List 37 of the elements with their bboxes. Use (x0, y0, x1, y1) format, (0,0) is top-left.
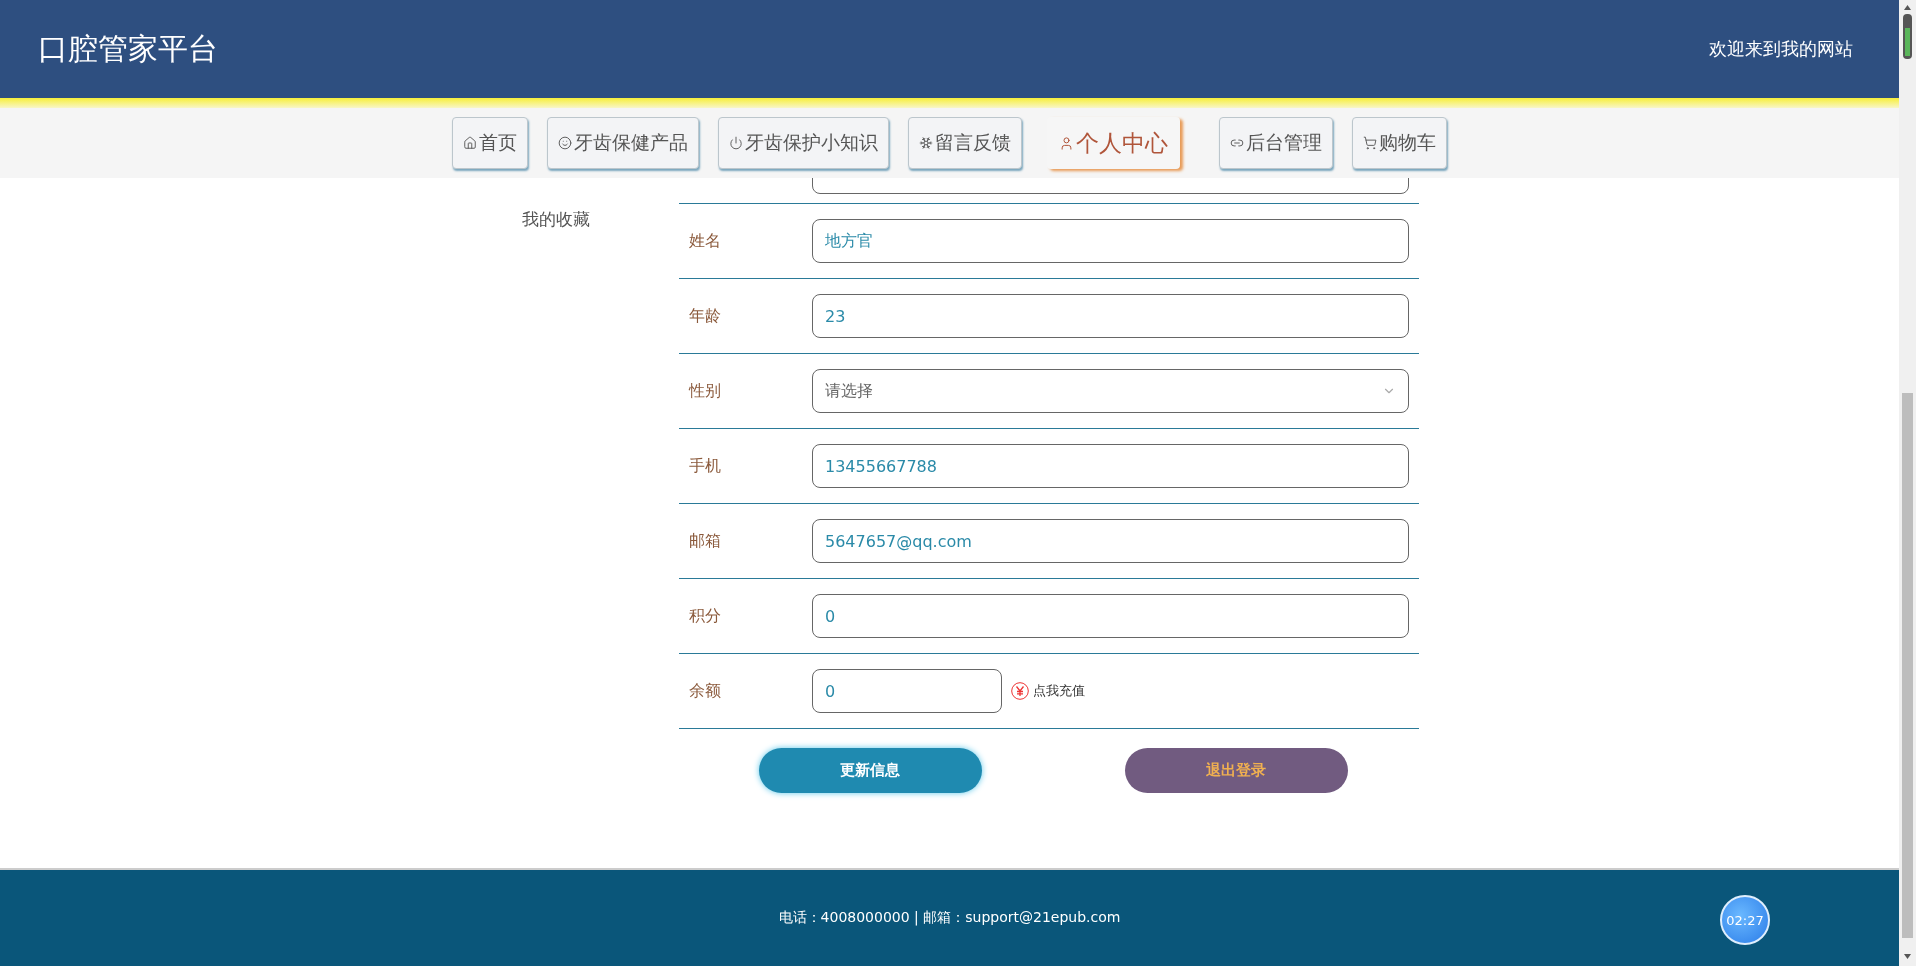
input-field[interactable]: 5647657@qq.com (812, 519, 1409, 563)
input-field[interactable]: 23 (812, 294, 1409, 338)
site-title: 口腔管家平台 (38, 29, 218, 68)
field-label: 积分 (689, 605, 722, 627)
welcome-text: 欢迎来到我的网站 (1709, 37, 1853, 61)
update-button[interactable]: 更新信息 (758, 748, 982, 793)
cart-icon (1363, 136, 1377, 150)
recharge-text[interactable]: 点我充值 (1033, 682, 1085, 700)
user-icon (1059, 135, 1074, 151)
recharge-link[interactable]: 点我充值 (1011, 682, 1085, 700)
link-icon (1230, 136, 1244, 150)
yuan-icon (1011, 682, 1029, 700)
field-label: 姓名 (689, 230, 722, 252)
nav-tab[interactable]: 留言反馈 (908, 117, 1022, 169)
nav-tab[interactable]: 个人中心 (1047, 117, 1180, 169)
field-label: 性别 (689, 380, 722, 402)
input-field[interactable]: 0 (812, 669, 1002, 713)
field-label: 余额 (689, 680, 722, 702)
nav-tab[interactable]: 后台管理 (1219, 117, 1333, 169)
input-field[interactable]: 0 (812, 594, 1409, 638)
snowflake-icon (919, 136, 933, 150)
nav-tab[interactable]: 牙齿保护小知识 (718, 117, 889, 169)
field-label: 邮箱 (689, 530, 722, 552)
power-icon (729, 136, 743, 150)
input-field[interactable]: 13455667788 (812, 444, 1409, 488)
nav-tab[interactable]: 牙齿保健产品 (547, 117, 699, 169)
field-label: 手机 (689, 455, 722, 477)
sidebar-item[interactable]: 我的收藏 (522, 208, 619, 231)
nav-tab[interactable]: 购物车 (1352, 117, 1447, 169)
nav-tab[interactable]: 首页 (452, 117, 528, 169)
logout-button[interactable]: 退出登录 (1124, 748, 1348, 793)
field-label: 年龄 (689, 305, 722, 327)
select-field[interactable]: 请选择 (812, 369, 1409, 413)
home-icon (463, 136, 477, 150)
input-field[interactable]: 地方官 (812, 219, 1409, 263)
footer-contact: 电话：4008000000 | 邮箱：support@21epub.com (778, 909, 1121, 927)
smile-icon (558, 136, 572, 150)
